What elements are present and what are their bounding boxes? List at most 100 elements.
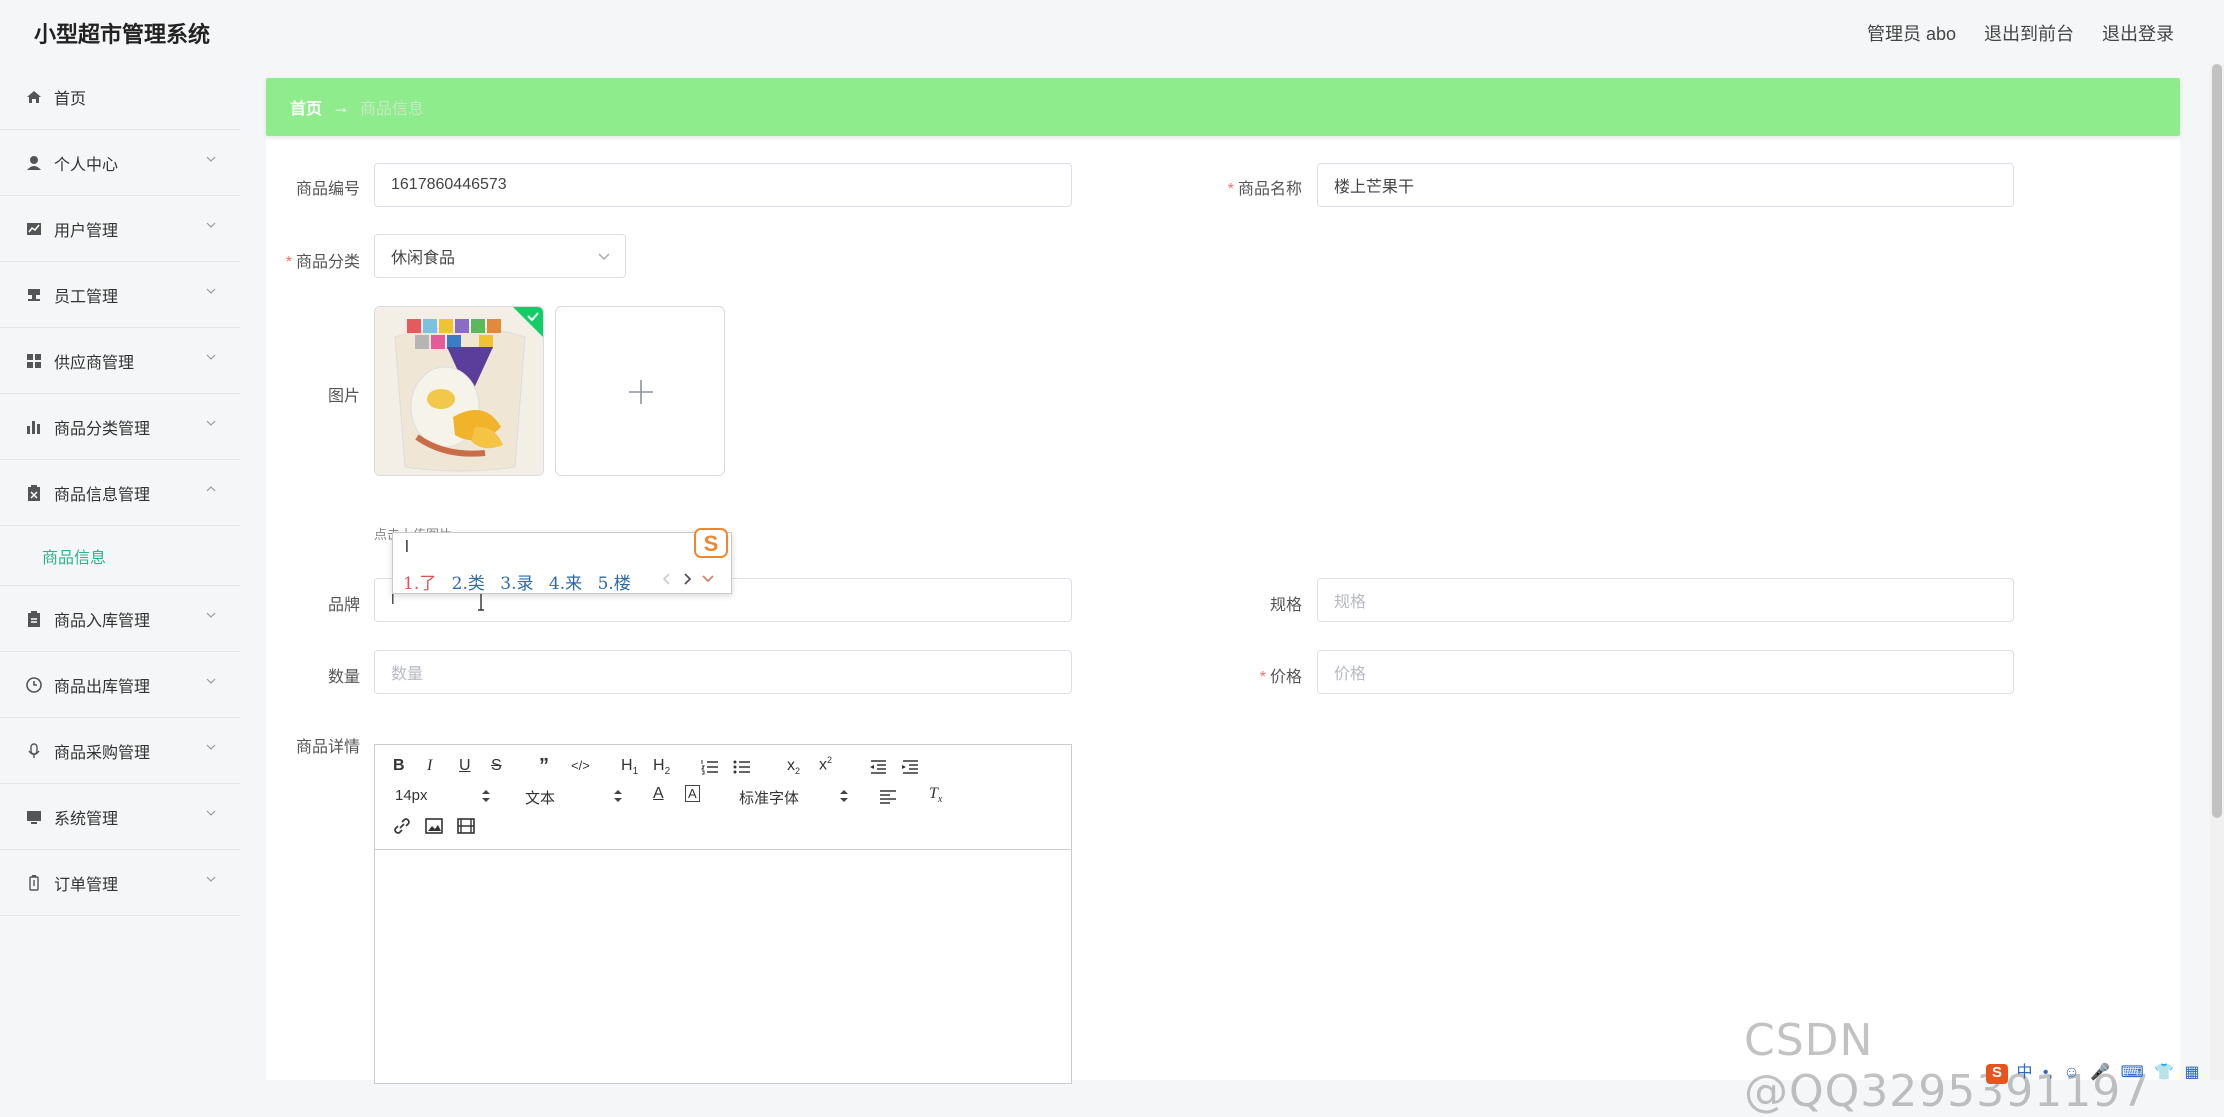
superscript-icon[interactable]: x2: [819, 755, 832, 774]
upload-success-check-icon: [513, 307, 543, 337]
bold-icon[interactable]: B: [393, 757, 405, 775]
detail-label: 商品详情: [295, 739, 360, 756]
chevron-up-icon: [206, 486, 216, 492]
select-arrows-icon: [614, 790, 622, 802]
emoji-icon: ☺: [2063, 1064, 2080, 1081]
outdent-icon[interactable]: [869, 759, 887, 775]
sidebar-item-label: 系统管理: [54, 810, 119, 828]
ime-candidate[interactable]: 5.楼: [598, 574, 631, 594]
video-icon[interactable]: [457, 817, 475, 835]
spec-label: 规格: [1269, 597, 1302, 614]
toolbox-icon: ▦: [2184, 1064, 2200, 1081]
italic-icon[interactable]: I: [427, 757, 432, 775]
exit-to-front-link[interactable]: 退出到前台: [1984, 20, 2074, 46]
price-label: * 价格: [1200, 663, 1302, 687]
app-title: 小型超市管理系统: [34, 22, 211, 47]
sidebar-item-system-management[interactable]: 系统管理: [0, 784, 240, 850]
upload-add-button[interactable]: [555, 306, 725, 476]
spec-input[interactable]: 规格: [1317, 578, 2014, 622]
indent-icon[interactable]: [901, 759, 919, 775]
ime-candidate[interactable]: 4.来: [549, 574, 582, 594]
breadcrumb: 首页 → 商品信息: [266, 78, 2180, 136]
svg-text:S: S: [704, 531, 719, 556]
logout-link[interactable]: 退出登录: [2102, 20, 2174, 46]
breadcrumb-separator: →: [332, 96, 351, 117]
block-type-select[interactable]: 文本: [525, 787, 555, 808]
sidebar-item-label: 个人中心: [54, 156, 119, 174]
image-icon[interactable]: [425, 817, 443, 835]
sidebar-item-user-management[interactable]: 用户管理: [0, 196, 240, 262]
subscript-icon[interactable]: x2: [787, 757, 800, 776]
admin-label[interactable]: 管理员 abo: [1867, 20, 1956, 46]
blockquote-icon[interactable]: ”: [539, 755, 549, 778]
clock-icon: [24, 675, 44, 695]
ime-candidate[interactable]: 3.录: [500, 574, 533, 594]
chevron-down-icon: [206, 354, 216, 360]
link-icon[interactable]: [393, 817, 411, 835]
page-scrollbar[interactable]: [2210, 64, 2224, 1080]
sidebar-item-label: 商品采购管理: [54, 744, 151, 762]
clipboard-icon: [24, 609, 44, 629]
sidebar-item-category-management[interactable]: 商品分类管理: [0, 394, 240, 460]
heading2-icon[interactable]: H2: [653, 757, 670, 777]
code-label: 商品编号: [295, 181, 360, 198]
category-select[interactable]: 休闲食品: [374, 234, 626, 278]
sidebar-item-order-management[interactable]: 订单管理: [0, 850, 240, 916]
sidebar-item-staff-management[interactable]: 员工管理: [0, 262, 240, 328]
code-input[interactable]: 1617860446573: [374, 163, 1072, 207]
sidebar-item-label: 商品分类管理: [54, 420, 151, 438]
sidebar-item-stock-in-management[interactable]: 商品入库管理: [0, 586, 240, 652]
sidebar-item-home[interactable]: 首页: [0, 64, 240, 130]
strikethrough-icon[interactable]: S: [491, 757, 502, 775]
name-input[interactable]: 楼上芒果干: [1317, 163, 2014, 207]
chevron-down-icon: [206, 876, 216, 882]
sidebar-item-personal-center[interactable]: 个人中心: [0, 130, 240, 196]
ime-candidate[interactable]: 1.了: [403, 574, 436, 594]
editor-toolbar: B I U S ” </> H1 H2 x2 x2 14px 文本 A A 标准…: [375, 745, 1071, 850]
sidebar-item-label: 订单管理: [54, 876, 119, 894]
text-cursor-icon: [478, 591, 484, 611]
monitor-icon: [24, 807, 44, 827]
sidebar-subitem-product-info[interactable]: 商品信息: [0, 526, 240, 586]
code-icon[interactable]: </>: [571, 758, 590, 773]
sidebar-item-stock-out-management[interactable]: 商品出库管理: [0, 652, 240, 718]
category-select-value: 休闲食品: [391, 250, 456, 267]
breadcrumb-current: 商品信息: [360, 101, 425, 118]
sidebar-item-product-info-management[interactable]: 商品信息管理: [0, 460, 240, 526]
chevron-down-icon: [206, 678, 216, 684]
heading1-icon[interactable]: H1: [621, 757, 638, 777]
font-size-select[interactable]: 14px: [395, 787, 428, 804]
ime-candidate[interactable]: 2.类: [452, 574, 485, 594]
font-color-icon[interactable]: A: [653, 785, 664, 803]
quantity-input[interactable]: 数量: [374, 650, 1072, 694]
battery-icon: [24, 873, 44, 893]
image-label: 图片: [327, 388, 360, 405]
ime-status-tray[interactable]: S 中 •, ☺ 🎤 ⌨ 👕 ▦: [1986, 1058, 2200, 1084]
editor-content-area[interactable]: [375, 850, 1071, 1083]
background-color-icon[interactable]: A: [685, 785, 700, 802]
ime-page-arrows-icon[interactable]: [657, 571, 723, 587]
user-icon: [24, 153, 44, 173]
scrollbar-thumb[interactable]: [2212, 64, 2222, 818]
bullet-list-icon[interactable]: [733, 759, 751, 775]
uploaded-image-thumbnail[interactable]: [374, 306, 544, 476]
sidebar-item-supplier-management[interactable]: 供应商管理: [0, 328, 240, 394]
ordered-list-icon[interactable]: [701, 759, 719, 775]
skin-icon: 👕: [2154, 1064, 2175, 1081]
category-label: * 商品分类: [270, 248, 360, 272]
font-family-select[interactable]: 标准字体: [739, 787, 799, 808]
ime-candidate-list: 1.了 2.类 3.录 4.来 5.楼: [403, 569, 631, 594]
align-left-icon[interactable]: [879, 789, 897, 805]
select-arrows-icon: [840, 790, 848, 802]
required-mark: *: [1227, 181, 1234, 198]
price-input[interactable]: 价格: [1317, 650, 2014, 694]
name-label: * 商品名称: [1200, 175, 1302, 199]
underline-icon[interactable]: U: [459, 757, 471, 775]
sidebar-item-label: 商品出库管理: [54, 678, 151, 696]
sidebar-item-purchase-management[interactable]: 商品采购管理: [0, 718, 240, 784]
microphone-icon: [24, 741, 44, 761]
category-label-text: 商品分类: [295, 254, 360, 271]
punctuation-icon: •,: [2042, 1064, 2053, 1081]
breadcrumb-home[interactable]: 首页: [290, 95, 322, 119]
clear-format-icon[interactable]: Tx: [929, 785, 942, 805]
